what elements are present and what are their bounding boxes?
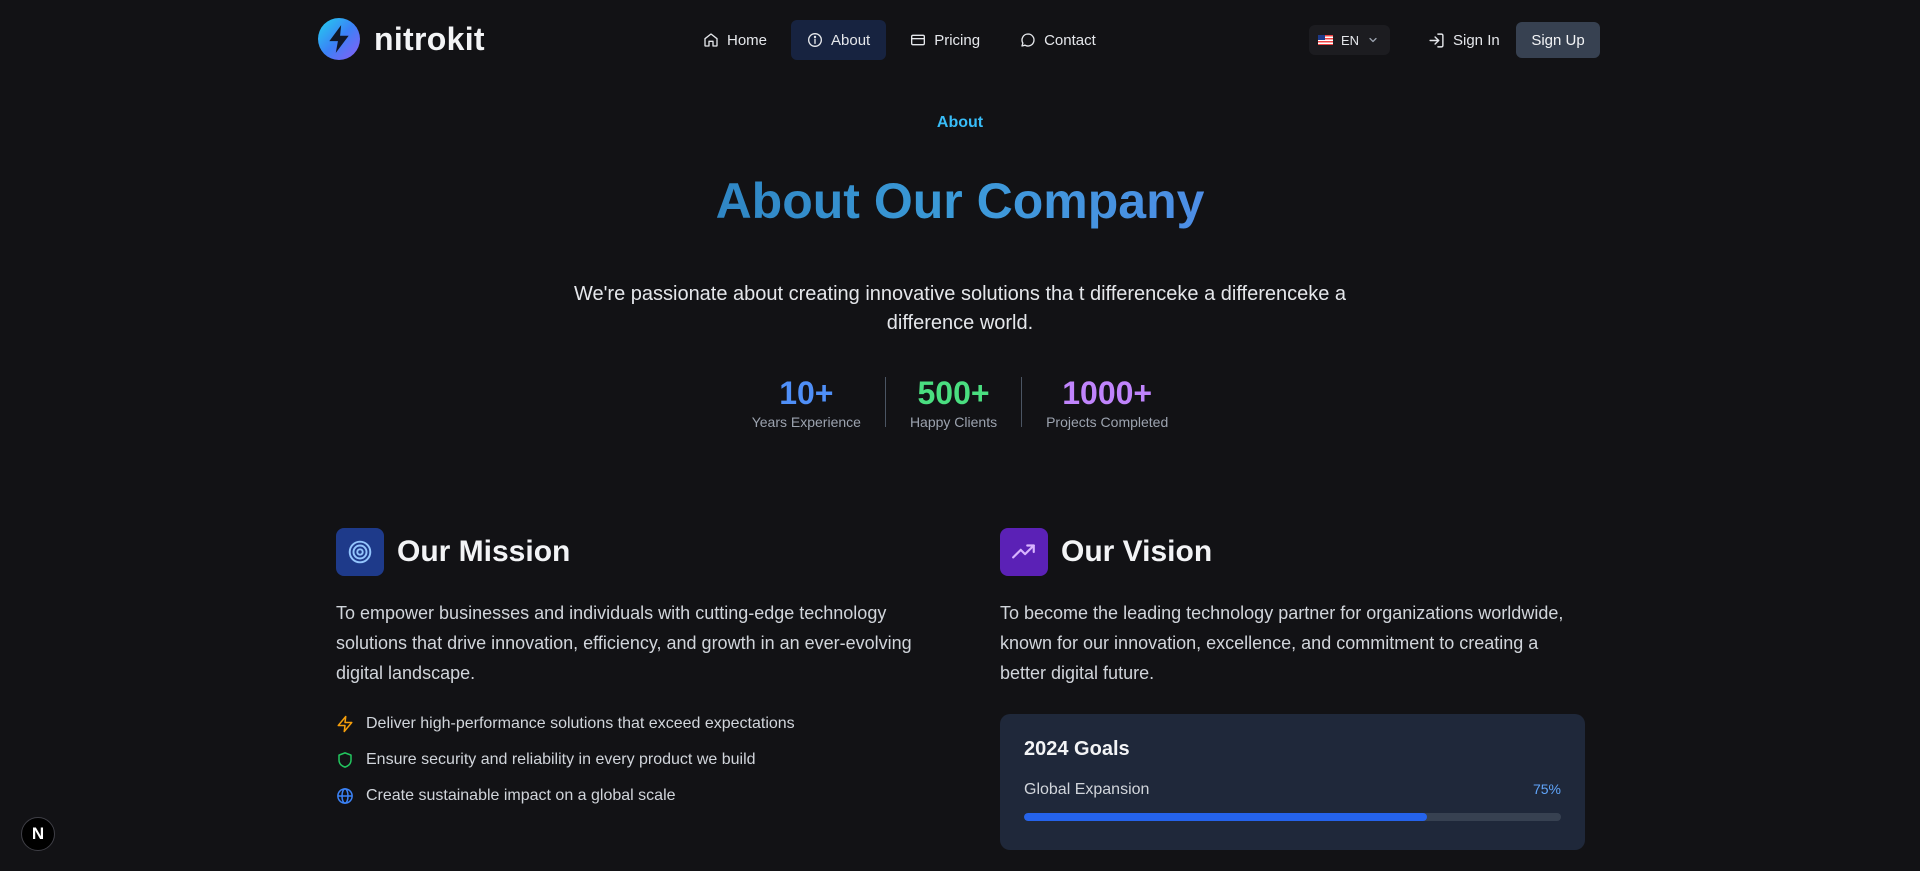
stat-label: Years Experience (751, 414, 861, 430)
sign-up-label: Sign Up (1531, 31, 1585, 49)
login-icon (1429, 32, 1444, 48)
chat-icon (1021, 33, 1035, 47)
brand-name: nitrokit (374, 20, 485, 57)
badge-letter: N (31, 824, 45, 843)
mission-header: Our Mission (336, 528, 921, 576)
sign-in-button[interactable]: Sign In (1428, 22, 1500, 58)
trending-up-icon (1000, 528, 1048, 576)
page-title-text: About Our Company (715, 173, 1205, 229)
vision-title: Our Vision (1061, 535, 1213, 568)
stat-clients: 500+ Happy Clients (886, 374, 1021, 430)
vision-text: To become the leading technology partner… (1000, 603, 1564, 683)
bullet-text: Deliver high-performance solutions that … (366, 715, 795, 732)
next-dev-badge[interactable]: N (21, 817, 55, 851)
nav-label: About (831, 31, 871, 49)
goal-progress-bar (1024, 813, 1561, 821)
stat-value: 1000+ (1062, 375, 1153, 411)
sign-up-button[interactable]: Sign Up (1516, 22, 1600, 58)
nav-item-contact[interactable]: Contact (1004, 20, 1112, 60)
logo[interactable]: nitrokit (318, 18, 485, 60)
goal-label: Global Expansion (1024, 781, 1150, 798)
stat-label: Projects Completed (1046, 414, 1169, 430)
sign-in-label: Sign In (1453, 31, 1500, 49)
vision-header: Our Vision (1000, 528, 1585, 576)
mission-text: To empower businesses and individuals wi… (336, 603, 912, 683)
list-item: Ensure security and reliability in every… (336, 742, 921, 778)
goals-card: 2024 Goals Global Expansion 75% (1000, 714, 1585, 850)
list-item: Create sustainable impact on a global sc… (336, 778, 921, 814)
us-flag-icon (1318, 35, 1333, 45)
stat-value: 10+ (779, 375, 834, 411)
card-icon (911, 34, 926, 46)
section-eyebrow: About (936, 114, 984, 131)
goal-percent: 75% (1532, 781, 1561, 797)
lightning-icon (337, 715, 353, 733)
language-code: EN (1341, 32, 1360, 48)
page-title: About Our Company (0, 172, 1920, 230)
stat-value: 500+ (917, 375, 990, 411)
lightning-logo-icon (318, 18, 360, 60)
home-icon (704, 33, 718, 47)
stat-projects: 1000+ Projects Completed (1022, 374, 1192, 430)
nav-item-home[interactable]: Home (687, 20, 783, 60)
site-header: nitrokit Home About Pricing Contact EN S… (0, 0, 1920, 80)
mission-bullets: Deliver high-performance solutions that … (336, 706, 921, 814)
globe-icon (337, 788, 353, 804)
mission-section: Our Mission To empower businesses and in… (336, 528, 921, 814)
goal-row: Global Expansion 75% (1024, 781, 1561, 799)
goal-progress-fill (1024, 813, 1427, 821)
nav-label: Contact (1044, 31, 1096, 49)
nav-item-about[interactable]: About (791, 20, 887, 60)
goals-title: 2024 Goals (1024, 738, 1130, 760)
language-selector[interactable]: EN (1309, 25, 1390, 55)
target-icon (336, 528, 384, 576)
main-nav: Home About Pricing Contact (687, 20, 1112, 60)
info-icon (808, 33, 823, 47)
nav-item-pricing[interactable]: Pricing (894, 20, 996, 60)
mission-title: Our Mission (397, 535, 571, 568)
bullet-text: Create sustainable impact on a global sc… (366, 787, 676, 804)
list-item: Deliver high-performance solutions that … (336, 706, 921, 742)
stat-label: Happy Clients (909, 414, 998, 430)
shield-icon (338, 752, 352, 768)
nav-label: Home (727, 31, 768, 49)
stat-years: 10+ Years Experience (728, 374, 885, 430)
bullet-text: Ensure security and reliability in every… (366, 751, 756, 768)
chevron-down-icon (1369, 37, 1377, 43)
stats-row: 10+ Years Experience 500+ Happy Clients … (0, 374, 1920, 430)
vision-section: Our Vision To become the leading technol… (1000, 528, 1585, 850)
nav-label: Pricing (934, 31, 981, 49)
page-subtitle: We're passionate about creating innovati… (573, 283, 1347, 334)
